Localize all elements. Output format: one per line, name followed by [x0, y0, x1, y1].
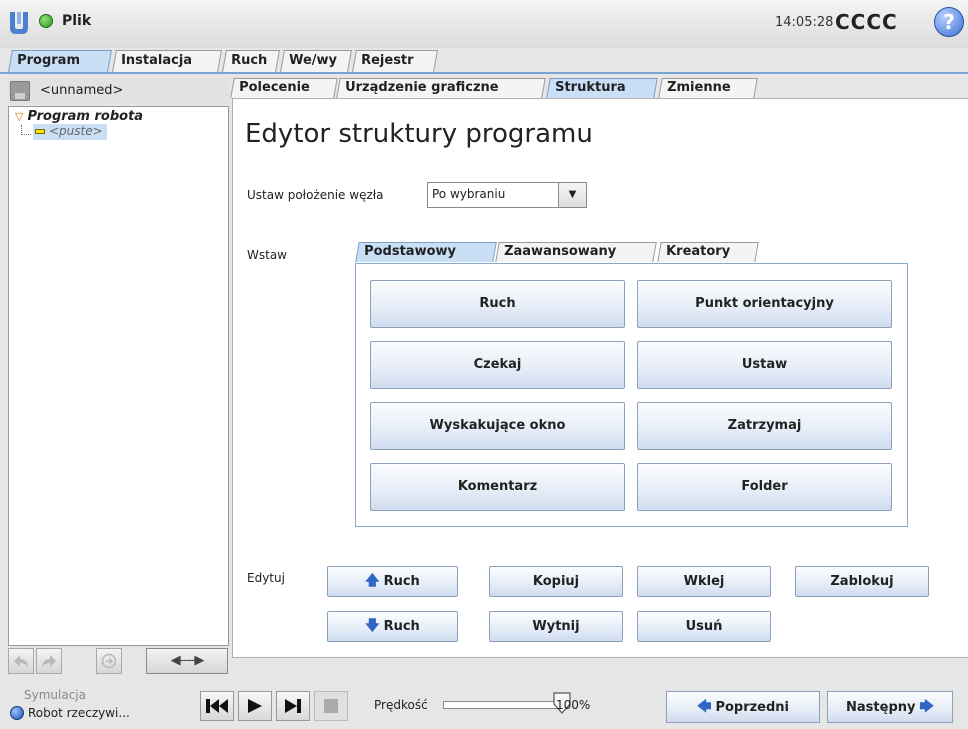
redo-icon — [42, 655, 56, 667]
insert-comment-button[interactable]: Komentarz — [370, 463, 625, 511]
arrow-left-icon: 🡄 — [696, 699, 712, 715]
tree-connector — [21, 125, 31, 135]
arrow-up-icon: 🡅 — [365, 573, 380, 589]
program-tree-panel: <unnamed> ▽ Program robota <puste> ◀----▶ — [8, 78, 229, 675]
step-button[interactable] — [276, 691, 310, 721]
tab-ruch[interactable]: Ruch — [222, 50, 280, 72]
tree-root-label: Program robota — [27, 109, 144, 124]
cut-button[interactable]: Wytnij — [489, 611, 623, 642]
tab-polecenie[interactable]: Polecenie — [230, 78, 338, 98]
tab-divider — [0, 72, 968, 74]
copy-button[interactable]: Kopiuj — [489, 566, 623, 597]
skip-back-icon — [206, 699, 228, 713]
move-node-button[interactable]: ◀----▶ — [146, 648, 228, 674]
file-menu[interactable]: Plik — [62, 13, 91, 29]
move-down-button[interactable]: 🡇 Ruch — [327, 611, 458, 642]
redo-button[interactable] — [36, 648, 62, 674]
delete-button[interactable]: Usuń — [637, 611, 771, 642]
insert-waypoint-button[interactable]: Punkt orientacyjny — [637, 280, 892, 328]
file-status-icon — [39, 14, 53, 28]
tree-node-label: <puste> — [49, 124, 103, 138]
tree-root-node[interactable]: ▽ Program robota — [15, 109, 143, 124]
save-icon[interactable] — [10, 81, 30, 101]
tab-podstawowy[interactable]: Podstawowy — [355, 242, 497, 262]
real-robot-option[interactable]: Robot rzeczywi... — [28, 706, 130, 720]
insert-wait-button[interactable]: Czekaj — [370, 341, 625, 389]
tab-zaawansowany[interactable]: Zaawansowany — [495, 242, 657, 262]
circle-arrow-icon — [101, 653, 117, 669]
lock-button[interactable]: Zablokuj — [795, 566, 929, 597]
arrow-down-icon: 🡇 — [365, 618, 380, 634]
tab-kreatory[interactable]: Kreatory — [657, 242, 759, 262]
insert-set-button[interactable]: Ustaw — [637, 341, 892, 389]
insert-halt-button[interactable]: Zatrzymaj — [637, 402, 892, 450]
top-bar: Plik 14:05:28 CCCC ? — [0, 0, 968, 48]
tree-node-empty[interactable]: <puste> — [33, 124, 107, 140]
insert-folder-button[interactable]: Folder — [637, 463, 892, 511]
insert-move-button[interactable]: Ruch — [370, 280, 625, 328]
undo-button[interactable] — [8, 648, 34, 674]
next-button[interactable]: Następny 🡆 — [827, 691, 953, 723]
node-position-label: Ustaw położenie węzła — [247, 188, 384, 202]
insert-popup-button[interactable]: Wyskakujące okno — [370, 402, 625, 450]
speed-label: Prędkość — [374, 698, 428, 712]
tree-toolbar: ◀----▶ — [8, 648, 229, 676]
goto-button[interactable] — [96, 648, 122, 674]
page-title: Edytor struktury programu — [245, 119, 593, 149]
tab-we-wy[interactable]: We/wy — [280, 50, 352, 72]
previous-button[interactable]: 🡄 Poprzedni — [666, 691, 820, 723]
tab-rejestr[interactable]: Rejestr — [352, 50, 438, 72]
edit-label: Edytuj — [247, 571, 285, 585]
speed-slider[interactable] — [443, 701, 568, 709]
arrow-right-icon: 🡆 — [919, 699, 934, 715]
tab-urzadzenie-graficzne[interactable]: Urządzenie graficzne — [336, 78, 546, 98]
move-up-button[interactable]: 🡅 Ruch — [327, 566, 458, 597]
rewind-button[interactable] — [200, 691, 234, 721]
robot-name: CCCC — [835, 10, 898, 34]
structure-editor: Edytor struktury programu Ustaw położeni… — [232, 98, 968, 658]
insert-label: Wstaw — [247, 248, 287, 262]
tab-instalacja[interactable]: Instalacja — [112, 50, 222, 72]
node-position-select[interactable]: Po wybraniu ▼ — [427, 182, 587, 208]
help-icon[interactable]: ? — [934, 7, 964, 37]
tab-struktura[interactable]: Struktura — [546, 78, 658, 98]
speed-value: 100% — [556, 698, 591, 712]
bottom-bar: Symulacja Robot rzeczywi... Prędkość 100… — [0, 679, 968, 729]
empty-node-icon — [35, 129, 45, 134]
program-tree[interactable]: ▽ Program robota <puste> — [8, 106, 229, 646]
paste-button[interactable]: Wklej — [637, 566, 771, 597]
chevron-down-icon[interactable]: ▼ — [558, 183, 586, 207]
node-position-value: Po wybraniu — [432, 187, 506, 201]
play-icon — [248, 699, 262, 713]
tab-zmienne[interactable]: Zmienne — [658, 78, 758, 98]
collapse-triangle-icon[interactable]: ▽ — [15, 110, 23, 123]
real-robot-radio-icon[interactable] — [10, 706, 24, 720]
program-name-bar: <unnamed> — [8, 78, 229, 104]
undo-icon — [14, 655, 28, 667]
stop-icon — [324, 699, 338, 713]
tab-program[interactable]: Program — [8, 50, 112, 72]
simulation-option[interactable]: Symulacja — [24, 688, 86, 702]
stop-button[interactable] — [314, 691, 348, 721]
step-forward-icon — [285, 699, 301, 713]
program-name: <unnamed> — [40, 83, 124, 98]
play-button[interactable] — [238, 691, 272, 721]
insert-panel: Ruch Punkt orientacyjny Czekaj Ustaw Wys… — [355, 263, 908, 527]
universal-robots-logo — [10, 12, 28, 34]
clock: 14:05:28 — [775, 15, 834, 30]
